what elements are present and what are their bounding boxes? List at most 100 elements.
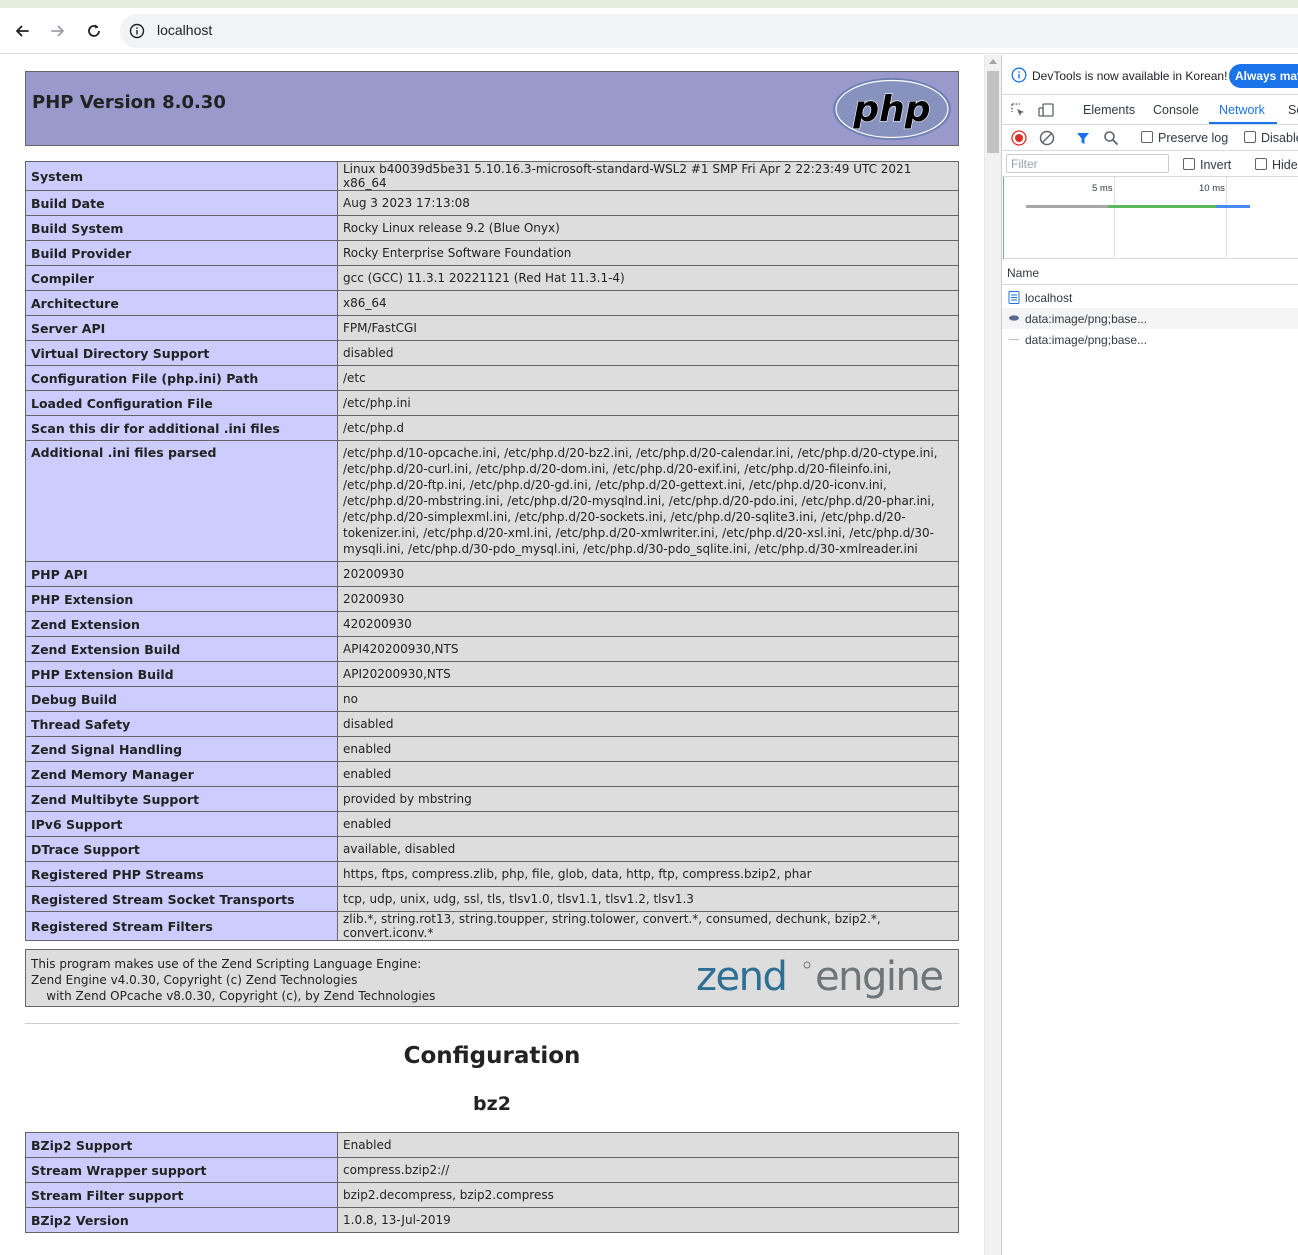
info-key-cell: Compiler (25, 265, 338, 291)
timeline-gridline (1226, 177, 1227, 259)
info-row: PHP Extension 20200930 (25, 586, 959, 612)
info-row: Build Provider Rocky Enterprise Software … (25, 240, 959, 266)
info-row: Stream Wrapper support compress.bzip2:// (25, 1157, 959, 1183)
info-row: PHP API 20200930 (25, 561, 959, 587)
record-icon[interactable] (1011, 130, 1027, 146)
phpinfo-header: PHP Version 8.0.30 php (25, 71, 959, 146)
filter-icon[interactable] (1075, 130, 1091, 146)
arrow-right-icon (51, 25, 64, 37)
request-row[interactable]: data:image/png;base... (1002, 308, 1298, 329)
info-circle-icon[interactable] (129, 23, 145, 39)
info-value-cell: FPM/FastCGI (337, 315, 959, 341)
invert-label: Invert (1200, 158, 1232, 172)
devtools-panel: DevTools is now available in Korean! Alw… (1001, 55, 1298, 1255)
network-filterbar: Filter Invert Hide (1002, 151, 1298, 177)
info-row: Architecture x86_64 (25, 290, 959, 316)
tab-elements[interactable]: Elements (1083, 103, 1135, 117)
banner-message: DevTools is now available in Korean! (1032, 69, 1228, 83)
info-key-cell: Debug Build (25, 686, 338, 712)
svg-text:zend: zend (696, 954, 786, 1000)
timeline-bar-content (1216, 205, 1250, 208)
back-button[interactable] (10, 19, 34, 43)
info-row: BZip2 Version 1.0.8, 13-Jul-2019 (25, 1207, 959, 1233)
info-key-cell: Zend Signal Handling (25, 736, 338, 762)
info-key-cell: Zend Multibyte Support (25, 786, 338, 812)
info-key-cell: DTrace Support (25, 836, 338, 862)
info-key-cell: Stream Filter support (25, 1182, 338, 1208)
reload-icon (88, 24, 100, 37)
info-value-cell: 1.0.8, 13-Jul-2019 (337, 1207, 959, 1233)
network-overview-timeline[interactable]: 5 ms 10 ms (1002, 177, 1298, 259)
info-key-cell: Zend Extension Build (25, 636, 338, 662)
info-row: IPv6 Support enabled (25, 811, 959, 837)
info-key-cell: IPv6 Support (25, 811, 338, 837)
info-row: Zend Extension 420200930 (25, 611, 959, 637)
timeline-tick: 10 ms (1199, 183, 1225, 194)
disable-cache-label: Disable (1261, 131, 1298, 145)
scrollbar-thumb[interactable] (987, 71, 999, 153)
request-row[interactable]: data:image/png;base... (1002, 329, 1298, 350)
info-value-cell: /etc/php.ini (337, 390, 959, 416)
tab-network[interactable]: Network (1219, 103, 1265, 117)
info-key-cell: Loaded Configuration File (25, 390, 338, 416)
tab-console[interactable]: Console (1153, 103, 1199, 117)
info-value-cell: Enabled (337, 1132, 959, 1158)
info-value-cell: disabled (337, 340, 959, 366)
disable-cache-checkbox[interactable] (1244, 131, 1256, 143)
info-key-cell: PHP API (25, 561, 338, 587)
info-key-cell: Scan this dir for additional .ini files (25, 415, 338, 441)
inspect-element-icon[interactable] (1010, 102, 1026, 118)
scroll-up-arrow-icon[interactable] (989, 59, 997, 64)
info-key-cell: Registered Stream Socket Transports (25, 886, 338, 912)
timeline-bar-waiting (1026, 205, 1108, 208)
device-toolbar-icon[interactable] (1038, 102, 1054, 118)
bz2-heading: bz2 (473, 1093, 511, 1115)
info-value-cell: API420200930,NTS (337, 636, 959, 662)
info-value-cell: zlib.*, string.rot13, string.toupper, st… (337, 911, 959, 941)
reload-button[interactable] (82, 19, 106, 43)
filter-placeholder: Filter (1011, 157, 1038, 171)
preserve-log-checkbox[interactable] (1141, 131, 1153, 143)
info-value-cell: API20200930,NTS (337, 661, 959, 687)
address-bar[interactable]: localhost (120, 14, 1298, 48)
info-key-cell: Zend Extension (25, 611, 338, 637)
requests-name-header[interactable]: Name (1002, 261, 1298, 285)
info-value-cell: /etc/php.d (337, 415, 959, 441)
always-match-button[interactable]: Always match (1229, 64, 1298, 88)
info-key-cell: PHP Extension (25, 586, 338, 612)
info-value-cell: no (337, 686, 959, 712)
info-value-cell: provided by mbstring (337, 786, 959, 812)
clear-icon[interactable] (1039, 130, 1055, 146)
info-row: Configuration File (php.ini) Path/etc (25, 365, 959, 391)
zend-credit-line: with Zend OPcache v8.0.30, Copyright (c)… (31, 989, 436, 1003)
filter-input[interactable]: Filter (1006, 154, 1169, 173)
search-icon[interactable] (1103, 130, 1119, 146)
info-key-cell: Thread Safety (25, 711, 338, 737)
forward-button[interactable] (46, 19, 70, 43)
info-key-cell: Registered Stream Filters (25, 911, 338, 941)
info-key-cell: Configuration File (php.ini) Path (25, 365, 338, 391)
info-row: Registered PHP Streams https, ftps, compr… (25, 861, 959, 887)
info-row: Stream Filter support bzip2.decompress, b… (25, 1182, 959, 1208)
hide-checkbox[interactable] (1255, 158, 1267, 170)
info-row: Zend Extension Build API420200930,NTS (25, 636, 959, 662)
invert-checkbox[interactable] (1183, 158, 1195, 170)
info-value-cell: Aug 3 2023 17:13:08 (337, 190, 959, 216)
request-row[interactable]: localhost (1002, 287, 1298, 308)
image-icon (1009, 339, 1019, 340)
info-row: Debug Build no (25, 686, 959, 712)
tab-sources[interactable]: So (1288, 103, 1298, 117)
window-top-strip (0, 0, 1298, 8)
arrow-left-icon (16, 25, 29, 37)
info-key-cell: BZip2 Support (25, 1132, 338, 1158)
general-info-table: System Linux b40039d5be31 5.10.16.3-micro… (25, 161, 959, 941)
zend-engine-box: This program makes use of the Zend Scrip… (25, 949, 959, 1007)
devtools-language-banner: DevTools is now available in Korean! Alw… (1002, 55, 1298, 95)
page-scrollbar[interactable] (984, 55, 1001, 1255)
info-value-cell: Rocky Enterprise Software Foundation (337, 240, 959, 266)
bz2-table: BZip2 Support Enabled Stream Wrapper suppo… (25, 1132, 959, 1233)
hide-label: Hide (1272, 158, 1298, 172)
configuration-heading: Configuration (403, 1043, 581, 1069)
section-divider (25, 1023, 959, 1024)
timeline-gridline (1114, 177, 1115, 259)
